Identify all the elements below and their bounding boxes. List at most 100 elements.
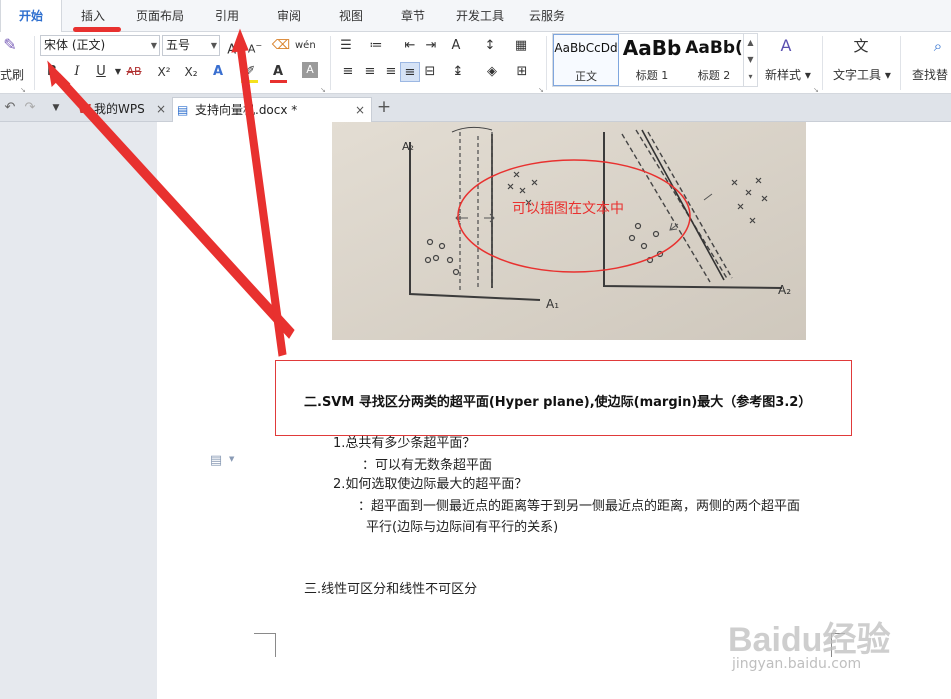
font-color-icon[interactable]: A	[268, 62, 288, 82]
subscript-button[interactable]: X₂	[180, 62, 202, 82]
ribbon-separator	[822, 36, 823, 90]
new-style-label: 新样式	[765, 68, 802, 82]
page-margin-mark	[254, 633, 276, 657]
tab-developer[interactable]: 开发工具	[448, 0, 512, 32]
style-normal[interactable]: AaBbCcDd 正文	[553, 34, 619, 86]
font-size-value: 五号	[166, 38, 191, 52]
tab-review[interactable]: 审阅	[266, 0, 312, 32]
doc-tab-label: 支持向量机.docx *	[195, 103, 298, 117]
svm-sketch-image[interactable]: A₁ A₂ A₂ 可以插图在文本中	[332, 122, 806, 340]
font-size-select[interactable]: 五号 ▼	[162, 35, 220, 56]
svm-sketch-drawing: A₁ A₂ A₂	[332, 122, 806, 340]
align-center-icon[interactable]: ≡	[360, 62, 380, 82]
new-style-button[interactable]: 新样式 ▾	[765, 66, 811, 83]
font-name-select[interactable]: 宋体 (正文) ▼	[40, 35, 160, 56]
question-1[interactable]: 1.总共有多少条超平面？	[333, 432, 475, 451]
bullet-list-icon[interactable]: ☰	[336, 36, 356, 56]
chevron-down-icon: ▼	[210, 41, 217, 50]
text-tools-icon[interactable]: 文	[851, 36, 871, 56]
highlight-color-swatch	[241, 80, 258, 83]
tab-view[interactable]: 视图	[328, 0, 374, 32]
strikethrough-button[interactable]: AB	[121, 62, 147, 82]
document-icon: ▤	[177, 103, 189, 117]
font-color-swatch	[270, 80, 287, 83]
doc-tab-label: 我的WPS	[94, 102, 145, 116]
style-label: 标题 1	[635, 69, 669, 82]
ribbon-separator	[34, 36, 35, 90]
tab-section[interactable]: 章节	[390, 0, 436, 32]
chevron-down-icon[interactable]: ▼	[229, 455, 234, 463]
heading-highlight-box: 二.SVM 寻找区分两类的超平面(Hyper plane),使边际(margin…	[275, 360, 852, 436]
style-sample: AaBbCcDd	[554, 41, 618, 55]
find-icon[interactable]: ⌕	[928, 36, 948, 56]
answer-1[interactable]: ：可以有无数条超平面	[362, 454, 492, 473]
chinese-layout-icon[interactable]: A	[446, 36, 466, 56]
format-painter-icon[interactable]: ✎	[0, 35, 20, 55]
style-heading-2[interactable]: AaBb( 标题 2	[685, 34, 743, 86]
watermark-url: jingyan.baidu.com	[732, 656, 862, 672]
text-effect-icon[interactable]: A	[208, 62, 228, 82]
style-gallery-scroll[interactable]: ▲ ▼ ▾	[743, 34, 757, 86]
align-left-icon[interactable]: ≡	[338, 62, 358, 82]
line-spacing-icon[interactable]: ↨	[448, 62, 468, 82]
text-tools-button[interactable]: 文字工具 ▾	[833, 66, 891, 83]
grow-font-icon[interactable]: A+	[225, 36, 245, 57]
answer-2-line-2[interactable]: 平行(边际与边际间有平行的关系)	[366, 516, 558, 535]
question-2[interactable]: 2.如何选取使边际最大的超平面？	[333, 473, 527, 492]
paragraph-shading-icon[interactable]: ◈	[482, 62, 502, 82]
doc-tab-my-wps[interactable]: W 我的WPS ×	[72, 97, 170, 122]
clear-format-icon[interactable]: ⌫	[271, 36, 291, 56]
justify-icon[interactable]: ≡	[400, 62, 420, 82]
answer-2-line-1[interactable]: ：超平面到一侧最近点的距离等于到另一侧最近点的距离，两侧的两个超平面	[358, 495, 800, 514]
format-painter-label[interactable]: 式刷	[0, 66, 24, 83]
shrink-font-icon[interactable]: A−	[245, 36, 265, 56]
find-replace-button[interactable]: 查找替	[912, 66, 948, 83]
numbered-list-icon[interactable]: ≔	[366, 36, 386, 56]
redo-icon[interactable]: ↷	[20, 98, 40, 118]
tab-references[interactable]: 引用	[204, 0, 250, 32]
new-tab-icon[interactable]: +	[374, 97, 394, 117]
dialog-launcher-icon[interactable]: ↘	[813, 86, 819, 94]
svg-text:A₂: A₂	[402, 140, 414, 153]
char-shading-icon[interactable]: A	[302, 62, 318, 78]
chevron-down-icon: ▼	[150, 41, 157, 50]
close-icon[interactable]: ×	[355, 98, 365, 122]
section-3-heading[interactable]: 三.线性可区分和线性不可区分	[304, 578, 477, 597]
watermark-brand: Baidu经验	[728, 621, 891, 659]
style-label: 标题 2	[697, 69, 731, 82]
image-caption-text: 可以插图在文本中	[512, 201, 624, 217]
document-tab-strip: ↶ ↷ ▼ W 我的WPS × ▤ 支持向量机.docx * × +	[0, 94, 951, 122]
border-icon[interactable]: ⊞	[512, 62, 532, 82]
decrease-indent-icon[interactable]: ⇤	[400, 36, 420, 56]
section-2-heading[interactable]: 二.SVM 寻找区分两类的超平面(Hyper plane),使边际(margin…	[304, 391, 811, 410]
close-icon[interactable]: ×	[156, 97, 166, 121]
sort-icon[interactable]: ↕	[480, 36, 500, 56]
new-style-icon[interactable]: A	[776, 36, 796, 56]
distributed-align-icon[interactable]: ⊟	[420, 62, 440, 82]
italic-button[interactable]: I	[67, 62, 87, 82]
dialog-launcher-icon[interactable]: ↘	[320, 86, 326, 94]
tab-home[interactable]: 开始	[0, 0, 62, 33]
tab-page-layout[interactable]: 页面布局	[128, 0, 192, 32]
style-gallery: AaBbCcDd 正文 AaBb 标题 1 AaBb( 标题 2 ▲ ▼ ▾	[552, 33, 758, 87]
ribbon-separator	[900, 36, 901, 90]
svg-text:A₁: A₁	[546, 297, 559, 311]
doc-tab-svm[interactable]: ▤ 支持向量机.docx * ×	[172, 97, 372, 122]
increase-indent-icon[interactable]: ⇥	[421, 36, 441, 56]
quick-access-dropdown-icon[interactable]: ▼	[46, 98, 66, 118]
undo-icon[interactable]: ↶	[0, 98, 20, 118]
wps-logo-icon: W	[78, 102, 92, 116]
align-right-icon[interactable]: ≡	[381, 62, 401, 82]
ribbon-separator	[330, 36, 331, 90]
paragraph-layout-icon[interactable]: ▤	[206, 451, 226, 471]
bold-button[interactable]: B	[42, 62, 62, 82]
tab-cloud[interactable]: 云服务	[520, 0, 574, 32]
dialog-launcher-icon[interactable]: ↘	[538, 86, 544, 94]
superscript-button[interactable]: X²	[153, 62, 175, 82]
table-grid-icon[interactable]: ▦	[511, 36, 531, 56]
dialog-launcher-icon[interactable]: ↘	[20, 86, 26, 94]
text-tools-label: 文字工具	[833, 68, 882, 82]
highlight-icon[interactable]: ✐	[240, 62, 260, 82]
style-heading-1[interactable]: AaBb 标题 1	[621, 34, 683, 86]
pinyin-guide-icon[interactable]: wén	[295, 36, 316, 56]
